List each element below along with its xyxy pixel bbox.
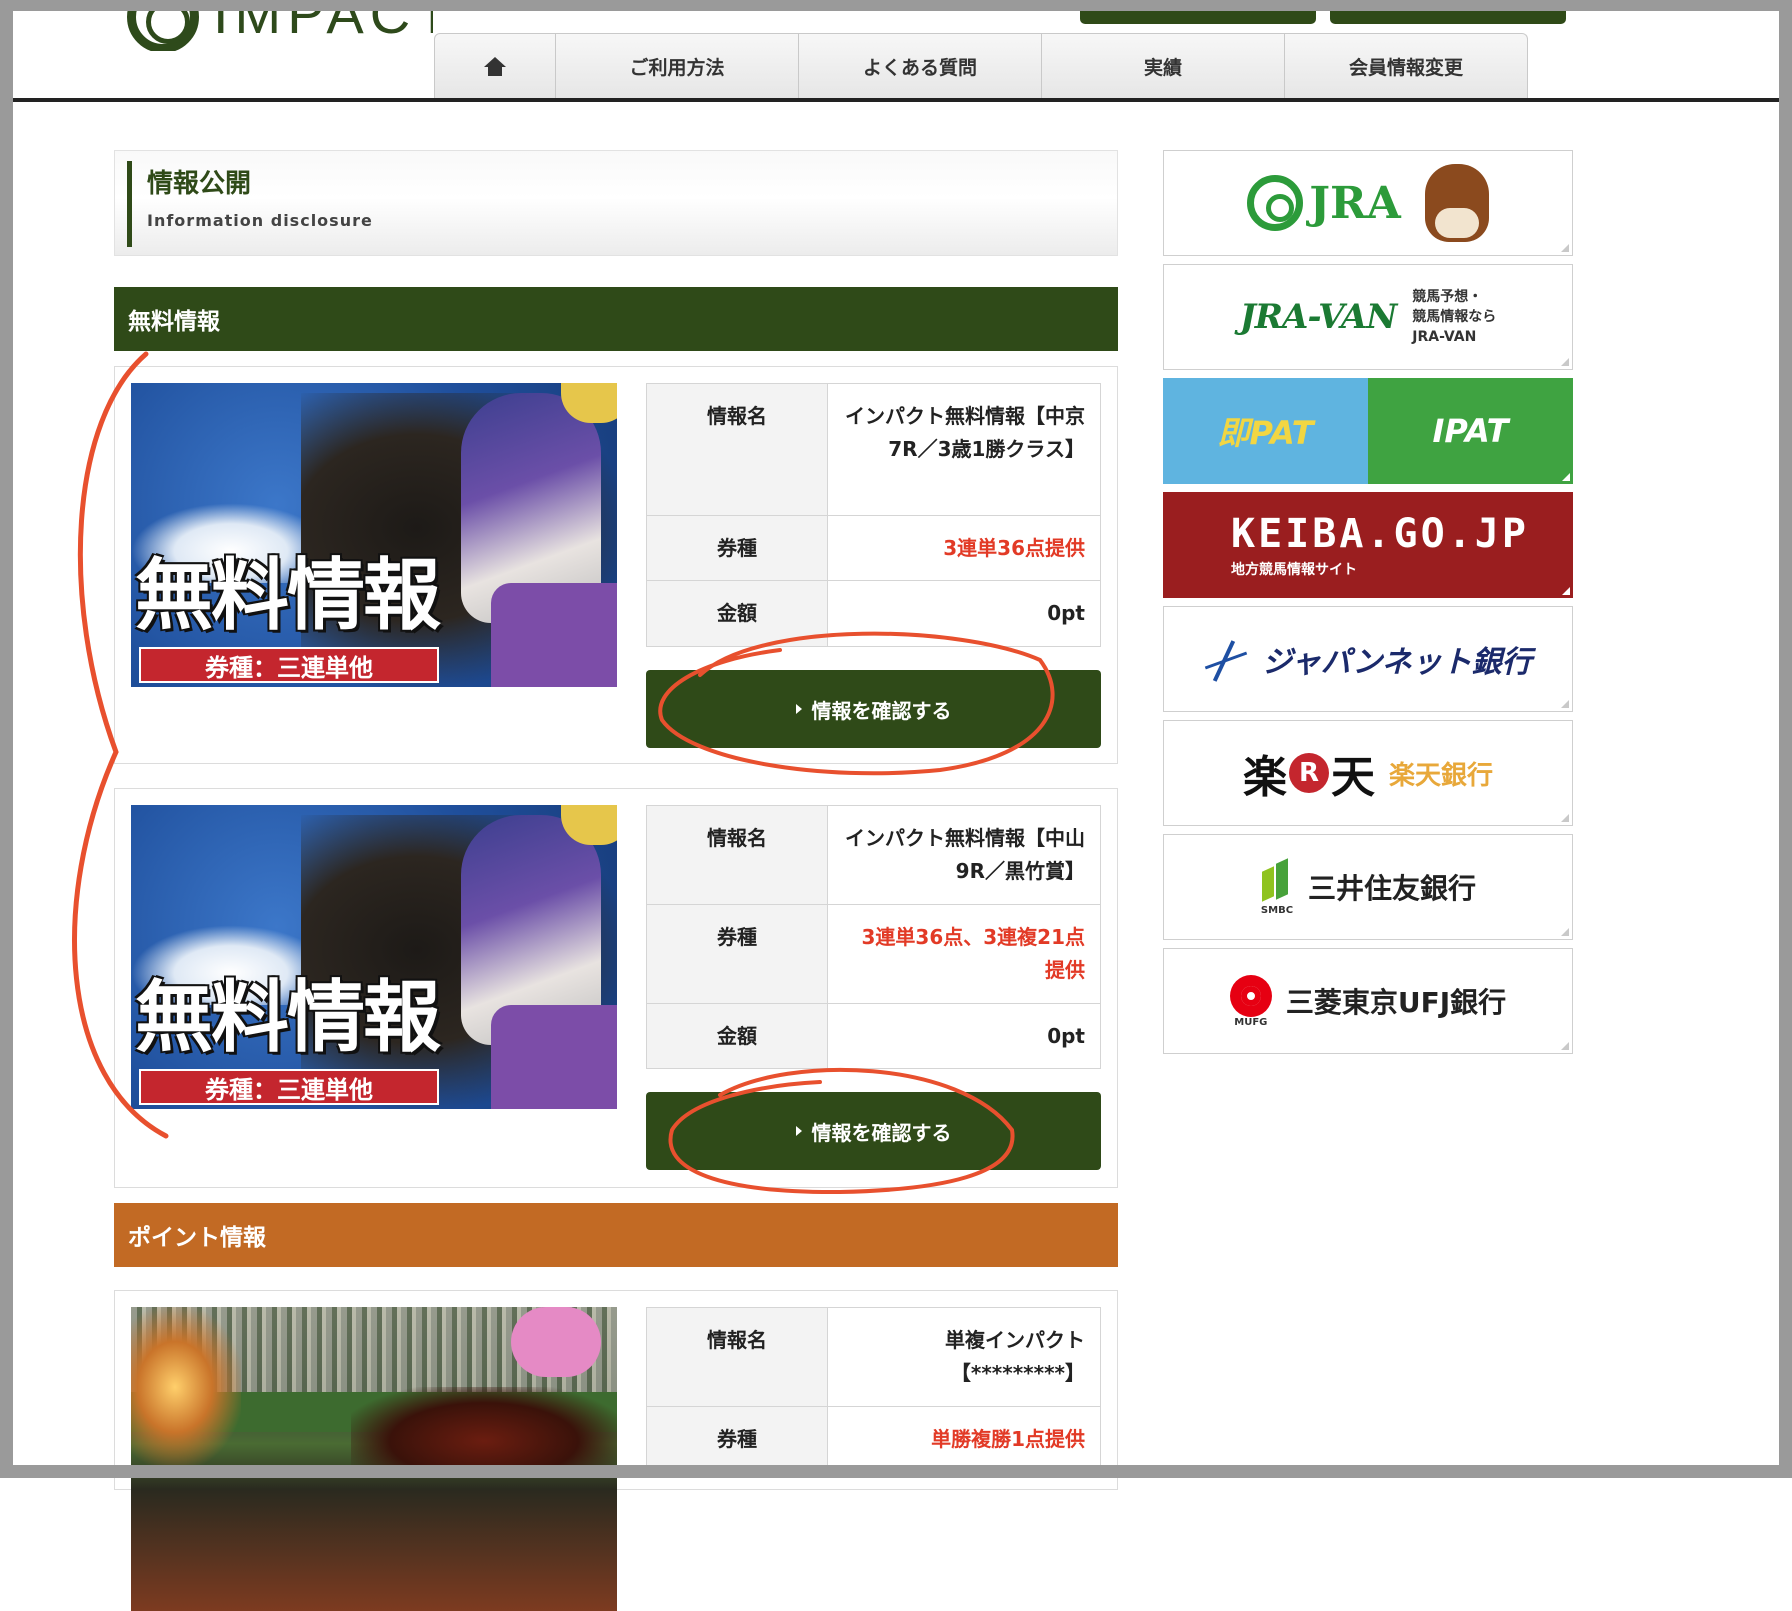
info-card: 無料情報 券種：三連単他 情報名 インパクト無料情報【中山9R／黒竹賞】 券種 … [114, 788, 1118, 1188]
label-ticket: 券種 [646, 1406, 828, 1472]
value-price: 0pt [827, 1003, 1101, 1069]
logo-text: IMPACT [213, 0, 433, 45]
home-icon [484, 56, 506, 77]
banner-japan-net-bank[interactable]: ジャパンネット銀行 [1163, 606, 1573, 712]
banner-keiba-go-jp[interactable]: KEIBA.GO.JP 地方競馬情報サイト [1163, 492, 1573, 598]
logo-mark-icon [127, 0, 199, 51]
jra-logo-icon [1247, 175, 1304, 231]
banner-mufg[interactable]: MUFG 三菱東京UFJ銀行 [1163, 948, 1573, 1054]
banner-pat[interactable]: 即PAT IPAT [1163, 378, 1573, 484]
label-ticket: 券種 [646, 515, 828, 581]
jra-text: JRA [1309, 177, 1401, 229]
thumbnail-tag: 券種：三連単他 [139, 1069, 439, 1105]
jra-van-logo: JRA-VAN [1239, 297, 1398, 337]
info-table: 情報名 単複インパクト【*********】 券種 単勝複勝1点提供 [646, 1307, 1101, 1472]
main-nav: ご利用方法 よくある質問 実績 会員情報変更 [434, 33, 1528, 99]
header-divider [13, 98, 1779, 102]
view-info-button[interactable]: 情報を確認する [646, 670, 1101, 748]
thumbnail-headline: 無料情報 [135, 551, 441, 641]
nav-faq[interactable]: よくある質問 [798, 33, 1042, 99]
info-card: 情報名 単複インパクト【*********】 券種 単勝複勝1点提供 [114, 1290, 1118, 1611]
thumbnail-tag: 券種：三連単他 [139, 647, 439, 683]
info-table: 情報名 インパクト無料情報【中京7R／3歳1勝クラス】 券種 3連単36点提供 … [646, 383, 1101, 647]
value-name: 単複インパクト【*********】 [827, 1307, 1101, 1407]
nav-member-info[interactable]: 会員情報変更 [1284, 33, 1528, 99]
page-title-box: 情報公開 Information disclosure [114, 150, 1118, 256]
info-thumbnail[interactable]: 無料情報 券種：三連単他 [131, 805, 617, 1109]
nav-home[interactable] [434, 33, 556, 99]
mufg-text: 三菱東京UFJ銀行 [1285, 986, 1507, 1019]
nav-how-to-use[interactable]: ご利用方法 [555, 33, 799, 99]
info-thumbnail[interactable]: 無料情報 券種：三連単他 [131, 383, 617, 687]
banner-jra-van[interactable]: JRA-VAN 競馬予想・ 競馬情報なら JRA-VAN [1163, 264, 1573, 370]
value-ticket: 3連単36点提供 [827, 515, 1101, 581]
banner-jra[interactable]: JRA [1163, 150, 1573, 256]
label-name: 情報名 [646, 805, 828, 905]
header-top-button-1[interactable] [1080, 11, 1316, 24]
label-price: 金額 [646, 1003, 828, 1069]
value-name: インパクト無料情報【中京7R／3歳1勝クラス】 [827, 383, 1101, 516]
label-name: 情報名 [646, 383, 828, 516]
info-table: 情報名 インパクト無料情報【中山9R／黒竹賞】 券種 3連単36点、3連複21点… [646, 805, 1101, 1069]
value-price: 0pt [827, 580, 1101, 647]
value-ticket: 3連単36点、3連複21点提供 [827, 904, 1101, 1004]
info-card: 無料情報 券種：三連単他 情報名 インパクト無料情報【中京7R／3歳1勝クラス】… [114, 366, 1118, 764]
ipat-logo: IPAT [1368, 378, 1573, 484]
title-accent-bar [127, 161, 132, 247]
rakuten-logo: 楽R天 [1242, 752, 1375, 803]
info-thumbnail[interactable] [131, 1307, 617, 1611]
rakuten-bank-text: 楽天銀行 [1388, 760, 1493, 791]
page-subtitle: Information disclosure [147, 211, 373, 230]
value-ticket: 単勝複勝1点提供 [827, 1406, 1101, 1472]
jra-van-tagline: 競馬予想・ 競馬情報なら JRA-VAN [1412, 289, 1497, 345]
smbc-text: 三井住友銀行 [1307, 872, 1476, 905]
banner-rakuten-bank[interactable]: 楽R天 楽天銀行 [1163, 720, 1573, 826]
mufg-logo: MUFG [1229, 974, 1272, 1028]
nav-results[interactable]: 実績 [1041, 33, 1285, 99]
value-name: インパクト無料情報【中山9R／黒竹賞】 [827, 805, 1101, 905]
keiba-logo: KEIBA.GO.JP [1231, 511, 1529, 557]
sokupat-logo: 即PAT [1163, 378, 1368, 484]
horse-mascot-icon [1424, 164, 1489, 242]
site-logo[interactable]: IMPACT [113, 0, 433, 51]
banner-smbc[interactable]: SMBC 三井住友銀行 [1163, 834, 1573, 940]
keiba-subtitle: 地方競馬情報サイト [1231, 562, 1357, 578]
smbc-logo: SMBC [1260, 859, 1294, 916]
view-info-button[interactable]: 情報を確認する [646, 1092, 1101, 1170]
mufg-icon [1229, 974, 1272, 1017]
section-header-point: ポイント情報 [114, 1203, 1118, 1267]
header-top-button-2[interactable] [1330, 11, 1566, 24]
japan-net-bank-icon [1204, 639, 1248, 679]
thumbnail-headline: 無料情報 [135, 973, 441, 1063]
label-price: 金額 [646, 580, 828, 647]
label-name: 情報名 [646, 1307, 828, 1407]
label-ticket: 券種 [646, 904, 828, 1004]
japan-net-bank-text: ジャパンネット銀行 [1262, 645, 1532, 680]
section-header-free: 無料情報 [114, 287, 1118, 351]
smbc-icon [1260, 859, 1294, 905]
page-title: 情報公開 [147, 169, 252, 199]
